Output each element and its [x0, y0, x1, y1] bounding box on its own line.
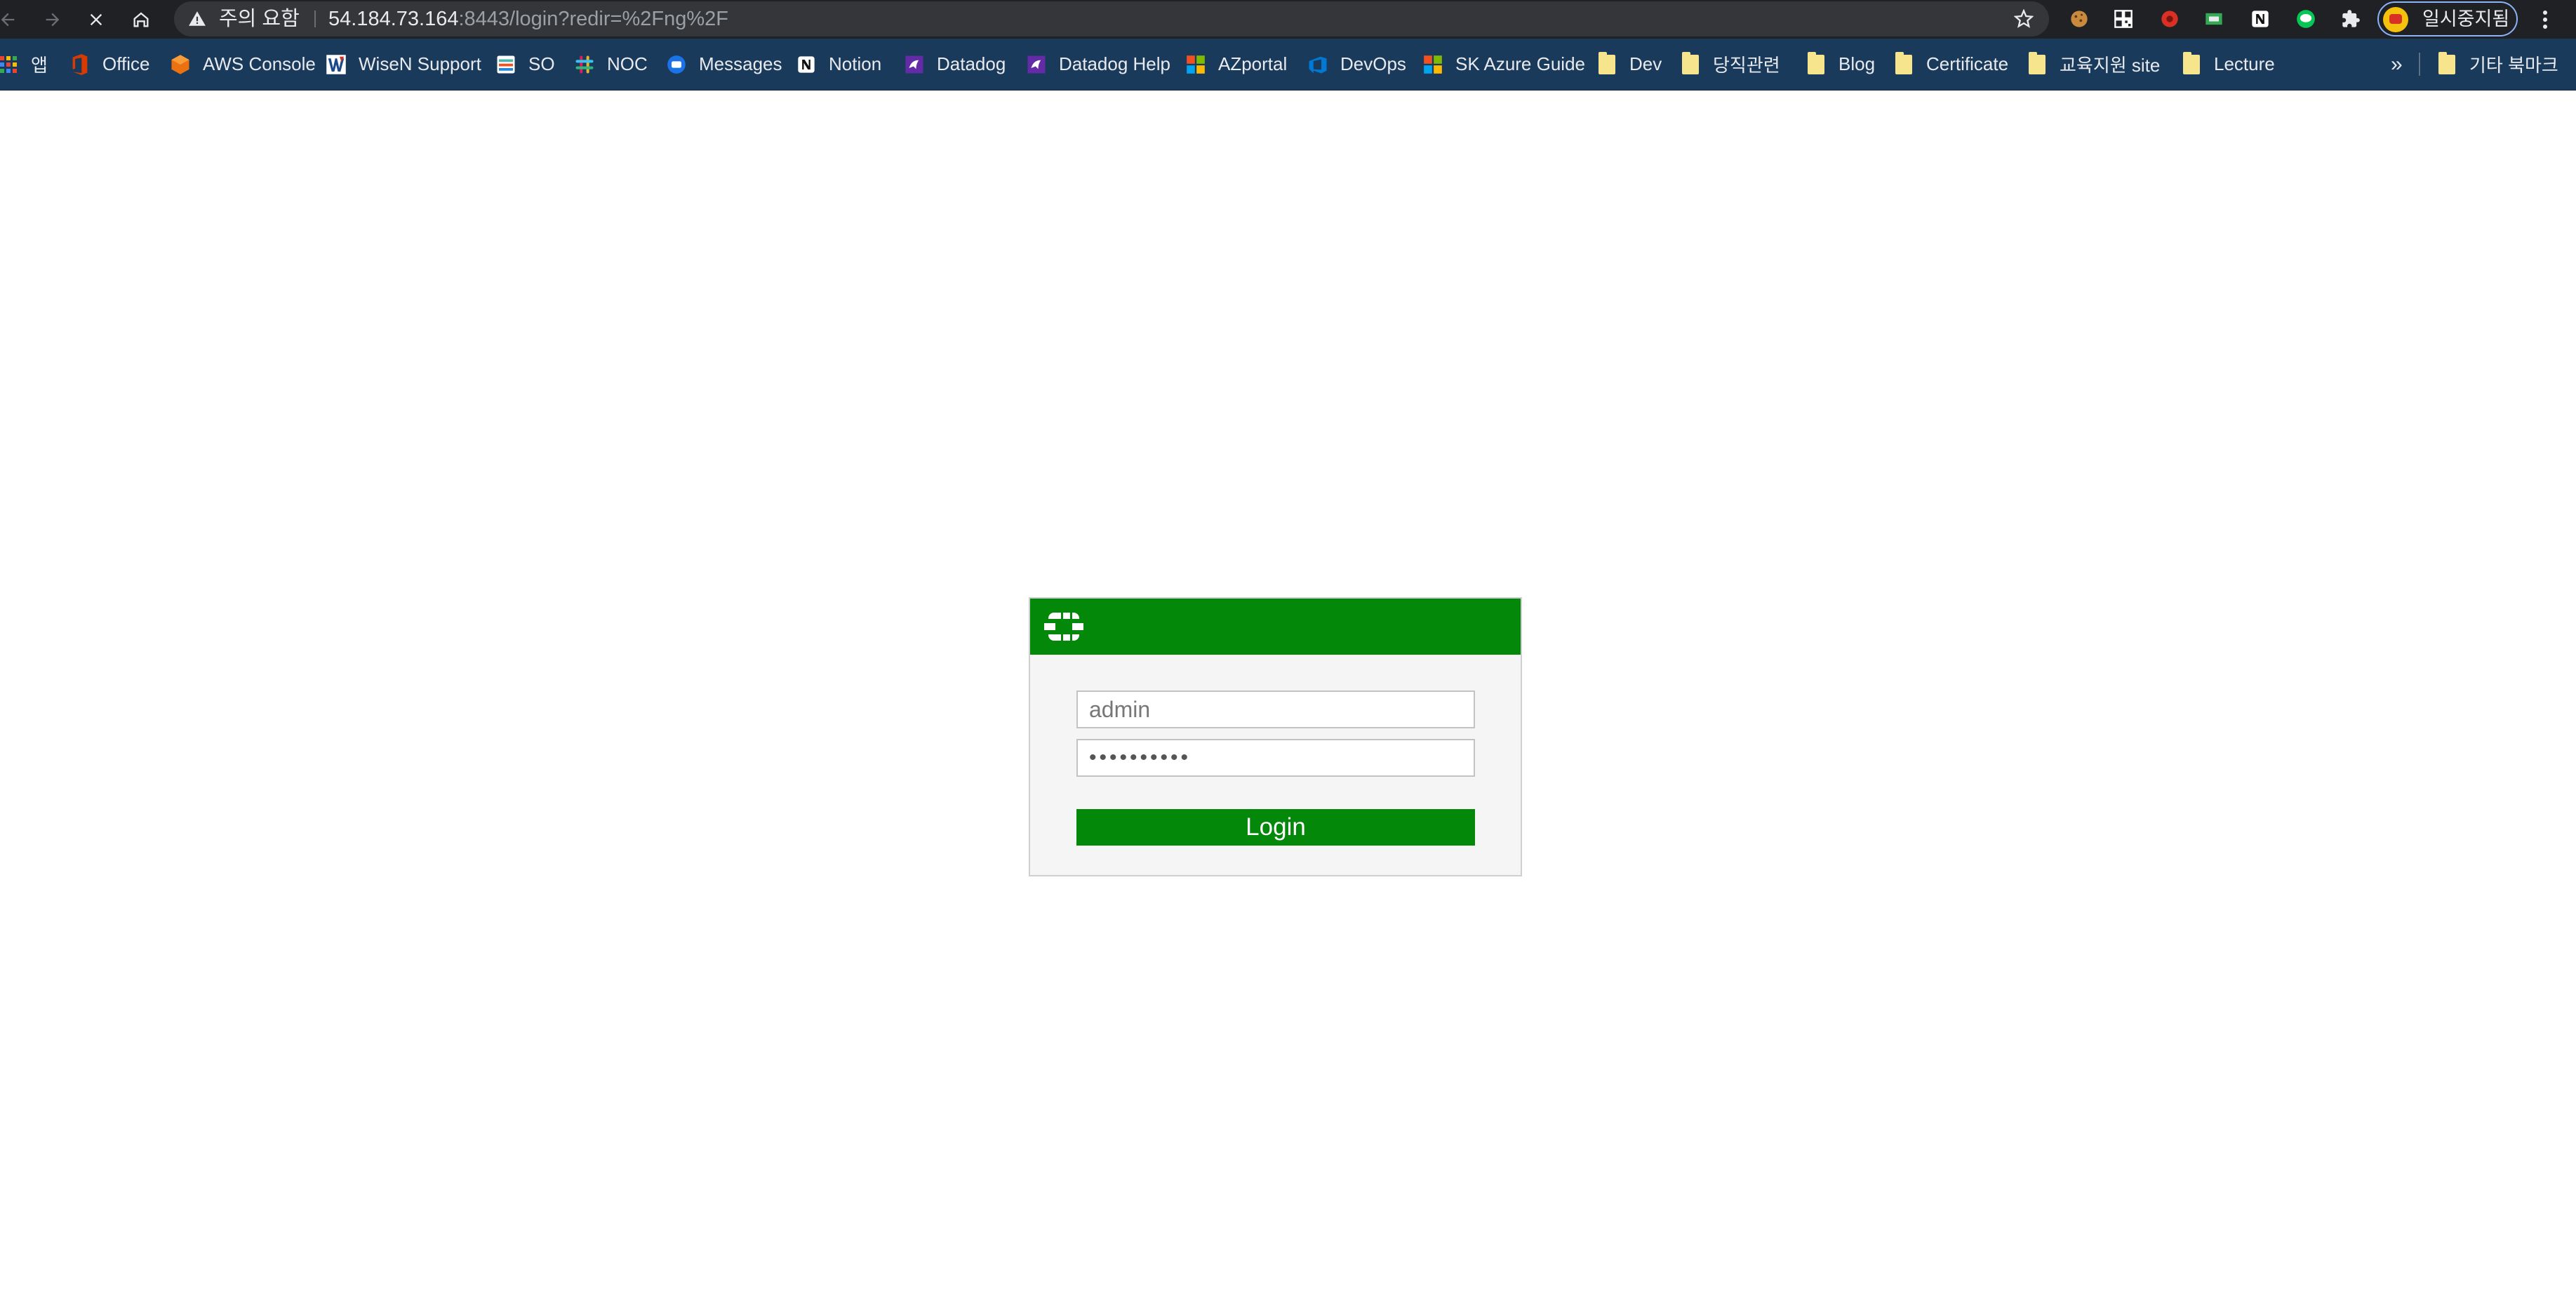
profile-status-label: 일시중지됨 [2422, 8, 2510, 29]
more-vertical-icon [2543, 11, 2547, 29]
security-warning-label[interactable]: 주의 요함 [219, 1, 300, 36]
close-icon [90, 13, 102, 25]
folder-icon [2026, 51, 2048, 76]
microsoft-icon [1184, 53, 1207, 76]
bookmark-label: 앱 [31, 55, 48, 76]
address-bar[interactable]: 주의 요함 54.184.73.164:8443/login?redir=%2F… [174, 1, 2049, 36]
bookmark-label: Lecture [2214, 53, 2275, 74]
bookmark-label: AWS Console [203, 53, 316, 74]
bookmark-label: SO [528, 53, 555, 74]
datadog-icon [903, 53, 926, 76]
fortinet-logo-icon [1044, 613, 1083, 641]
wisen-icon [325, 53, 347, 76]
bookmark-label: 기타 북마크 [2469, 55, 2558, 76]
bookmark-label: Datadog [937, 53, 1006, 74]
bookmark-folder-lecture[interactable]: Lecture [2180, 39, 2275, 90]
bookmark-label: Blog [1838, 53, 1876, 74]
bookmark-datadog-help[interactable]: Datadog Help [1025, 39, 1170, 90]
folder-icon [1893, 51, 1915, 76]
bookmark-aws-console[interactable]: AWS Console [169, 39, 316, 90]
bookmark-folder-education[interactable]: 교육지원 site [2026, 39, 2160, 90]
azure-devops-icon [1307, 53, 1329, 76]
cookie-extension-icon[interactable] [2069, 8, 2090, 29]
apps-grid-icon [0, 53, 17, 76]
bookmark-noc[interactable]: NOC [573, 39, 648, 90]
bookmark-folder-duty[interactable]: 당직관련 [1679, 39, 1780, 90]
bookmark-sk-azure-guide[interactable]: SK Azure Guide [1422, 39, 1585, 90]
login-panel: admin •••••••••• Login [1029, 597, 1522, 876]
bookmark-label: Dev [1629, 53, 1662, 74]
folder-icon [1679, 51, 1702, 76]
office-icon [69, 53, 91, 76]
home-button[interactable] [124, 0, 159, 39]
back-button[interactable] [0, 0, 25, 39]
bookmark-azportal[interactable]: AZportal [1184, 39, 1287, 90]
warning-icon[interactable] [188, 10, 206, 28]
forward-button[interactable] [35, 0, 70, 39]
notion-icon [795, 53, 817, 76]
bookmark-folder-dev[interactable]: Dev [1596, 39, 1662, 90]
bookmark-label: Office [102, 53, 150, 74]
flag-extension-icon[interactable] [2203, 8, 2224, 29]
folder-icon [2180, 51, 2203, 76]
bookmark-label: AZportal [1218, 53, 1288, 74]
forward-arrow-icon [46, 13, 60, 26]
browser-toolbar: 주의 요함 54.184.73.164:8443/login?redir=%2F… [0, 0, 2576, 39]
microsoft-icon [1422, 53, 1444, 76]
bookmark-folder-certificate[interactable]: Certificate [1893, 39, 2008, 90]
url-host: 54.184.73.164 [328, 8, 459, 30]
bookmark-folder-blog[interactable]: Blog [1805, 39, 1875, 90]
bookmarks-divider [2419, 53, 2420, 76]
qr-code-extension-icon[interactable] [2113, 8, 2134, 29]
bookmark-other-bookmarks[interactable]: 기타 북마크 [2436, 39, 2558, 90]
bookmark-star-icon[interactable] [2014, 9, 2034, 29]
login-button[interactable]: Login [1076, 809, 1475, 846]
aws-icon [169, 53, 192, 76]
username-input[interactable]: admin [1076, 690, 1475, 728]
bookmark-label: SK Azure Guide [1455, 53, 1585, 74]
line-extension-icon[interactable] [2295, 8, 2316, 29]
bookmark-label: Certificate [1926, 53, 2009, 74]
bookmark-office[interactable]: Office [69, 39, 149, 90]
bookmark-devops[interactable]: DevOps [1307, 39, 1406, 90]
bookmark-label: 당직관련 [1713, 55, 1780, 76]
url-text[interactable]: 54.184.73.164:8443/login?redir=%2Fng%2F [328, 1, 728, 36]
folder-icon [1805, 51, 1827, 76]
bookmark-label: DevOps [1340, 53, 1406, 74]
bookmark-wisen-support[interactable]: WiseN Support [325, 39, 481, 90]
bookmark-label: WiseN Support [359, 53, 481, 74]
stop-loading-button[interactable] [79, 0, 114, 39]
bookmark-label: Datadog Help [1059, 53, 1170, 74]
bookmark-so[interactable]: SO [495, 39, 555, 90]
bookmark-datadog[interactable]: Datadog [903, 39, 1006, 90]
bookmark-messages[interactable]: Messages [665, 39, 782, 90]
url-path: :8443/login?redir=%2Fng%2F [458, 8, 728, 30]
profile-button[interactable]: 일시중지됨 [2377, 1, 2518, 36]
avatar [2383, 7, 2408, 32]
login-header [1030, 599, 1521, 655]
bookmark-notion[interactable]: Notion [795, 39, 881, 90]
home-icon [133, 12, 149, 27]
extensions-puzzle-icon[interactable] [2340, 8, 2361, 29]
browser-menu-button[interactable] [2535, 6, 2556, 34]
bookmark-apps[interactable]: 앱 [0, 39, 48, 90]
messages-icon [665, 53, 688, 76]
datadog-icon [1025, 53, 1048, 76]
slack-icon [573, 53, 596, 76]
so-icon [495, 53, 517, 76]
folder-icon [2436, 51, 2458, 76]
record-extension-icon[interactable] [2159, 8, 2180, 29]
address-separator [314, 11, 316, 27]
notion-extension-icon[interactable] [2250, 8, 2271, 29]
bookmark-label: NOC [607, 53, 648, 74]
password-input[interactable]: •••••••••• [1076, 739, 1475, 777]
bookmark-label: 교육지원 site [2060, 55, 2161, 76]
bookmark-label: Notion [829, 53, 882, 74]
more-bookmarks-chevron[interactable]: » [2391, 39, 2403, 90]
bookmarks-bar: 앱 Office AWS Console WiseN Support SO NO… [0, 39, 2576, 91]
folder-icon [1596, 51, 1618, 76]
bookmark-label: Messages [699, 53, 782, 74]
back-arrow-icon [1, 13, 15, 26]
